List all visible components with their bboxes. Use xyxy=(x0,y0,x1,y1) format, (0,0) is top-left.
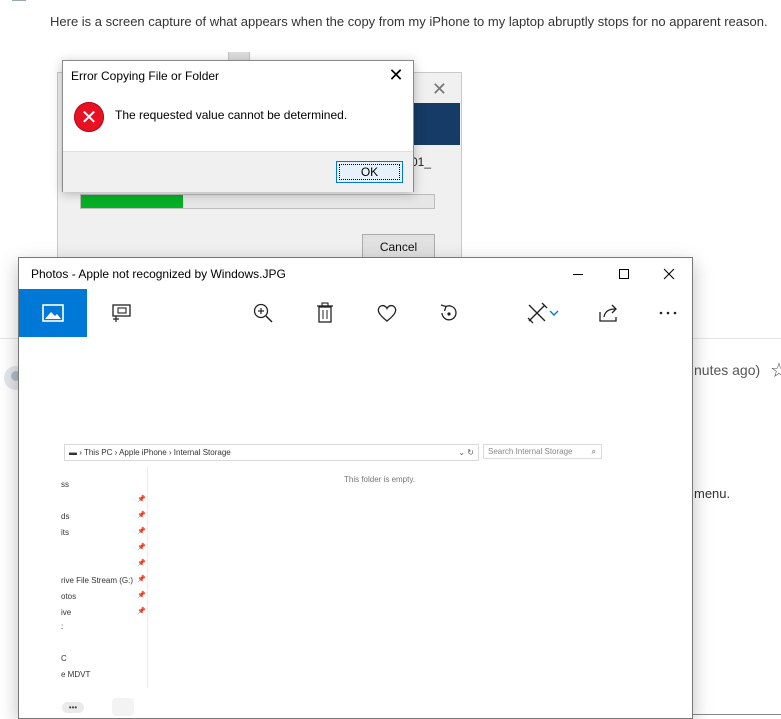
error-icon: ✕ xyxy=(74,102,104,132)
copy-dialog-banner xyxy=(408,103,460,145)
nav-item: otos xyxy=(61,592,77,601)
image-icon xyxy=(42,304,64,322)
slideshow-button[interactable] xyxy=(97,289,145,337)
close-button[interactable] xyxy=(646,258,692,289)
pin-icon: 📌 xyxy=(137,576,146,583)
share-button[interactable] xyxy=(585,289,633,337)
pin-icon: 📌 xyxy=(137,560,146,567)
nav-item: C xyxy=(61,654,67,663)
nav-item: e MDVT xyxy=(61,670,91,679)
nav-item: ds xyxy=(61,512,70,521)
chevron-down-icon xyxy=(549,310,559,316)
explorer-overlay-control xyxy=(112,698,134,716)
pin-icon: 📌 xyxy=(137,496,146,503)
nav-item: rive File Stream (G:) xyxy=(61,576,134,585)
zoom-in-button[interactable] xyxy=(239,289,287,337)
error-dialog-title: Error Copying File or Folder xyxy=(71,69,220,83)
minimize-icon xyxy=(573,273,583,275)
post-text-fragment: menu. xyxy=(694,486,731,501)
more-options-button[interactable] xyxy=(644,289,692,337)
copy-file-name: 01_ xyxy=(411,155,432,169)
rotate-icon xyxy=(440,304,457,321)
rotate-button[interactable] xyxy=(425,289,473,337)
zoom-in-icon xyxy=(253,303,273,323)
post-timestamp: nutes ago) xyxy=(694,362,761,378)
favorite-icon xyxy=(377,304,397,322)
explorer-address-bar: ▬ › This PC › Apple iPhone › Internal St… xyxy=(64,444,479,461)
pin-icon: 📌 xyxy=(137,512,146,519)
maximize-button[interactable] xyxy=(601,258,647,289)
pin-icon: 📌 xyxy=(137,528,146,535)
share-icon xyxy=(599,304,617,322)
photos-window: Photos - Apple not recognized by Windows… xyxy=(18,257,693,719)
cancel-button[interactable]: Cancel xyxy=(362,234,435,259)
explorer-breadcrumb: ▬ › This PC › Apple iPhone › Internal St… xyxy=(69,448,231,457)
delete-icon xyxy=(317,302,333,323)
refresh-icon: ⌄ ↻ xyxy=(458,448,474,457)
close-icon xyxy=(663,268,675,279)
page-bottom-divider xyxy=(692,714,781,715)
pin-icon: 📌 xyxy=(137,608,146,615)
more-icon xyxy=(659,311,677,315)
edit-dropdown-button[interactable] xyxy=(539,289,569,337)
search-icon: ⌕ xyxy=(591,446,596,456)
maximize-icon xyxy=(619,268,629,279)
nav-item: ive xyxy=(61,608,72,617)
delete-button[interactable] xyxy=(301,289,349,337)
star-icon[interactable]: ☆ xyxy=(770,358,781,383)
view-image-button[interactable] xyxy=(19,289,87,337)
explorer-empty-message: This folder is empty. xyxy=(344,475,415,484)
nav-item: ss xyxy=(61,480,69,489)
error-dialog-close-button[interactable]: ✕ xyxy=(385,64,407,86)
pin-icon: 📌 xyxy=(137,544,146,551)
error-message: The requested value cannot be determined… xyxy=(115,108,348,122)
pin-icon: 📌 xyxy=(137,592,146,599)
copy-progress-bar xyxy=(80,194,435,209)
photos-window-title: Photos - Apple not recognized by Windows… xyxy=(31,267,286,281)
page-top-fragment xyxy=(12,0,26,1)
photos-title-bar[interactable]: Photos - Apple not recognized by Windows… xyxy=(19,258,692,289)
minimize-button[interactable] xyxy=(555,258,601,289)
copy-progress-fill xyxy=(81,195,184,208)
error-dialog: Error Copying File or Folder ✕ ✕ The req… xyxy=(62,60,414,192)
explorer-search-placeholder: Search Internal Storage xyxy=(488,447,573,456)
explorer-more-pill: ••• xyxy=(62,702,84,713)
nav-item: : xyxy=(61,622,64,631)
ok-button[interactable]: OK xyxy=(336,161,403,183)
explorer-search-box: Search Internal Storage ⌕ xyxy=(483,444,602,459)
copy-dialog-close-button[interactable]: ✕ xyxy=(432,79,447,100)
favorite-button[interactable] xyxy=(363,289,411,337)
slideshow-icon xyxy=(112,304,131,322)
explorer-nav-pane: ss 📌 ds 📌 its 📌 📌 📌 rive File Stream (G:… xyxy=(61,466,148,688)
nav-item: its xyxy=(61,528,69,537)
photos-toolbar xyxy=(19,289,692,337)
post-intro-text: Here is a screen capture of what appears… xyxy=(50,14,768,29)
